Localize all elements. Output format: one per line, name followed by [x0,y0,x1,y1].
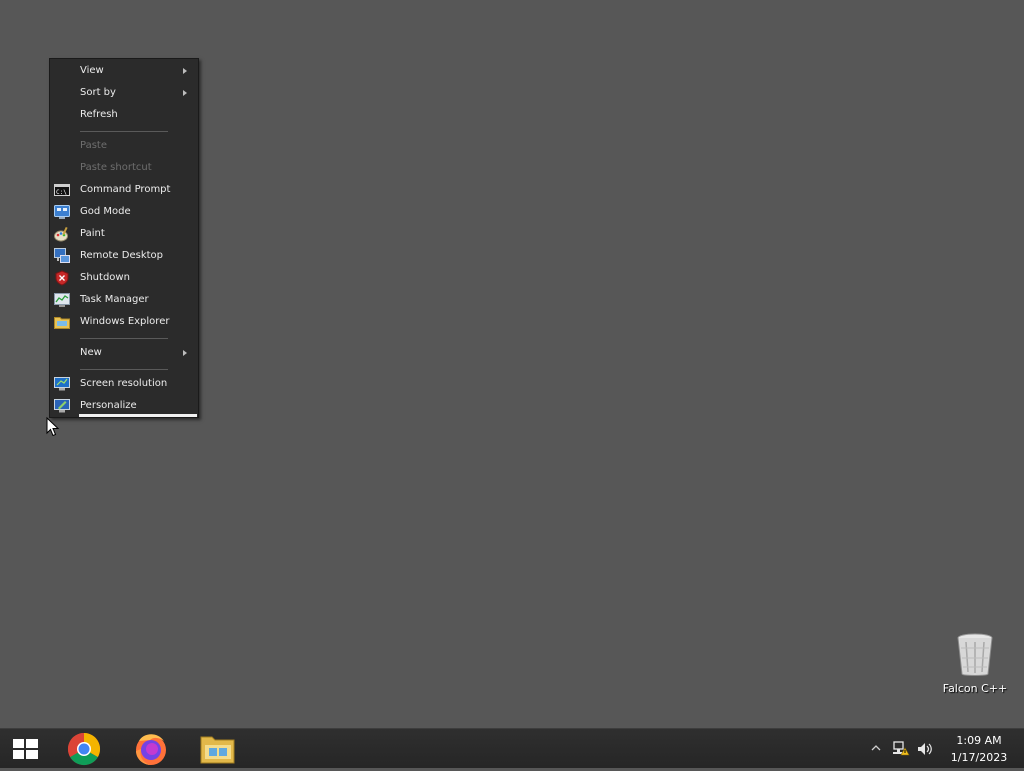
menu-item-new[interactable]: New [50,342,198,364]
menu-item-remote-desktop[interactable]: Remote Desktop [50,245,198,267]
submenu-arrow-icon [183,90,187,96]
submenu-arrow-icon [183,68,187,74]
desktop-context-menu: View Sort by Refresh Paste Paste shortcu… [49,58,199,418]
menu-item-refresh[interactable]: Refresh [50,104,198,126]
taskbar-firefox-button[interactable] [131,731,171,767]
menu-item-label: Paste [80,140,107,151]
desktop-icon-label: Falcon C++ [942,682,1008,695]
windows-logo-icon [13,739,38,759]
menu-item-label: Task Manager [80,294,149,305]
menu-item-label: Remote Desktop [80,250,164,261]
menu-item-shutdown[interactable]: Shutdown [50,267,198,289]
personalize-icon [54,399,70,413]
menu-item-label: Shutdown [80,272,130,283]
clock-date: 1/17/2023 [950,751,1008,764]
menu-item-label: God Mode [80,206,131,217]
command-prompt-icon: C:\_ [54,184,70,196]
menu-item-view[interactable]: View [50,60,198,82]
menu-item-label: Refresh [80,109,118,120]
menu-item-label: View [80,65,104,76]
paint-icon [54,226,68,242]
desktop-icon-recycle-bin[interactable]: Falcon C++ [942,632,1008,698]
menu-item-label: Screen resolution [80,378,168,389]
clock-time: 1:09 AM [956,734,1002,747]
menu-item-paste-shortcut: Paste shortcut [50,157,198,179]
menu-separator [80,338,168,339]
menu-item-label: Command Prompt [80,184,171,195]
god-mode-icon [54,205,70,219]
menu-item-label: Sort by [80,87,116,98]
show-hidden-icons-arrow[interactable] [870,742,882,754]
menu-separator [80,369,168,370]
menu-item-label: Windows Explorer [80,316,170,327]
mouse-cursor-icon [46,417,60,437]
taskbar: 1:09 AM 1/17/2023 [0,728,1024,768]
menu-item-sort-by[interactable]: Sort by [50,82,198,104]
taskbar-clock[interactable]: 1:09 AM 1/17/2023 [942,732,1016,766]
task-manager-icon [54,293,70,307]
taskbar-explorer-button[interactable] [197,731,239,767]
recycle-bin-icon [957,633,993,676]
menu-item-label: Paste shortcut [80,162,152,173]
menu-item-windows-explorer[interactable]: Windows Explorer [50,311,198,333]
menu-item-label: Paint [80,228,105,239]
menu-item-screen-resolution[interactable]: Screen resolution [50,373,198,395]
screen-resolution-icon [54,377,70,391]
menu-item-label: New [80,347,102,358]
chrome-icon [67,732,101,766]
volume-icon[interactable] [916,740,934,758]
windows-explorer-icon [54,317,70,329]
menu-item-task-manager[interactable]: Task Manager [50,289,198,311]
menu-item-paint[interactable]: Paint [50,223,198,245]
submenu-arrow-icon [183,350,187,356]
menu-item-god-mode[interactable]: God Mode [50,201,198,223]
menu-item-command-prompt[interactable]: C:\_ Command Prompt [50,179,198,201]
remote-desktop-icon [54,248,70,263]
shutdown-icon [55,270,69,286]
network-icon[interactable] [892,740,910,758]
firefox-icon [136,734,166,765]
start-button[interactable] [6,731,44,767]
menu-item-paste: Paste [50,135,198,157]
svg-text:C:\_: C:\_ [56,189,70,196]
menu-separator [80,131,168,132]
taskbar-chrome-button[interactable] [64,731,104,767]
menu-highlight-bar [79,414,197,417]
folder-icon [200,736,235,764]
